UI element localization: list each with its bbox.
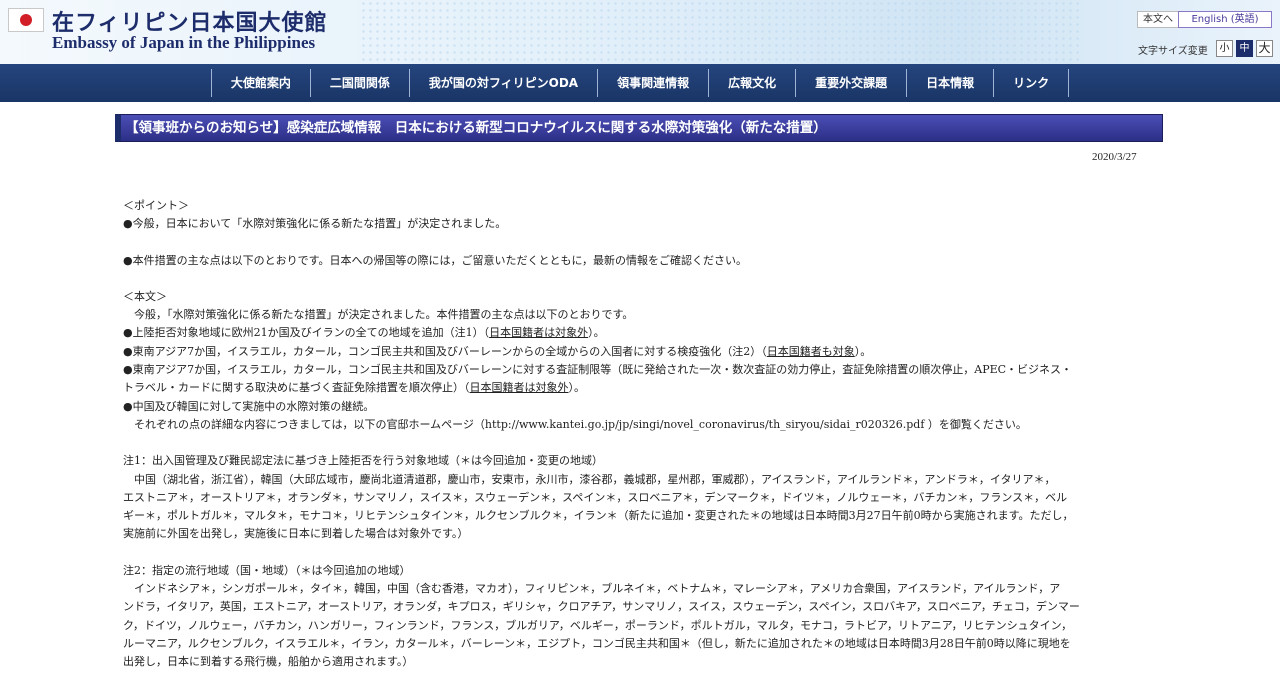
note-2-line-2: ンドラ，イタリア，英国，エストニア，オーストリア，オランダ，キプロス，ギリシャ，… (123, 600, 1080, 614)
bullet-3-note-link[interactable]: 日本国籍者は対象外 (470, 381, 569, 394)
bullet-3-line-2: トラベル・カードに関する取決めに基づく査証免除措置を順次停止）（日本国籍者は対象… (123, 381, 585, 395)
details-paragraph: それぞれの点の詳細な内容につきましては，以下の官邸ホームページ（http://w… (123, 417, 1027, 431)
point-1: ●今般，日本において「水際対策強化に係る新たな措置」が決定されました。 (123, 217, 507, 231)
note-1-line-4: 実施前に外国を出発し，実施後に日本に到着した場合は対象外です。） (123, 527, 469, 541)
nav-item-oda[interactable]: 我が国の対フィリピンODA (408, 69, 597, 97)
nav-item-embassy-info[interactable]: 大使館案内 (210, 69, 310, 97)
note-2-line-1: インドネシア＊，シンガポール＊，タイ＊，韓国，中国（含む香港，マカオ），フィリピ… (123, 582, 1061, 596)
bullet-4: ●中国及び韓国に対して実施中の水際対策の継続。 (123, 399, 375, 413)
font-size-label: 文字サイズ変更 (1138, 46, 1208, 57)
note-1-heading: 注1：出入国管理及び難民認定法に基づき上陸拒否を行う対象地域（＊は今回追加・変更… (123, 454, 603, 468)
note-1-line-3: ギー＊，ポルトガル＊，マルタ＊，モナコ＊，リヒテンシュタイン＊，ルクセンブルク＊… (123, 509, 1074, 523)
main-nav: 大使館案内 二国間関係 我が国の対フィリピンODA 領事関連情報 広報文化 重要… (0, 64, 1280, 102)
note-1-line-2: エストニア＊，オーストリア＊，オランダ＊，サンマリノ，スイス＊，スウェーデン＊，… (123, 490, 1068, 504)
nav-item-japan-info[interactable]: 日本情報 (906, 69, 993, 97)
nav-item-links[interactable]: リンク (993, 69, 1070, 97)
site-title-en[interactable]: Embassy of Japan in the Philippines (52, 33, 315, 53)
note-2-line-4: ルーマニア，ルクセンブルク，イスラエル＊，イラン，カタール＊，バーレーン＊，エジ… (123, 636, 1071, 650)
note-2-heading: 注2：指定の流行地域（国・地域）（＊は今回追加の地域） (123, 563, 411, 577)
bullet-1: ●上陸拒否対象地域に欧州21か国及びイランの全ての地域を追加（注1）（日本国籍者… (123, 326, 605, 340)
site-header: 在フィリピン日本国大使館 Embassy of Japan in the Phi… (0, 0, 1280, 64)
page-title: 【領事班からのお知らせ】感染症広域情報 日本における新型コロナウイルスに関する水… (115, 114, 1163, 142)
nav-item-diplomacy[interactable]: 重要外交課題 (795, 69, 906, 97)
note-2-line-5: 出発し，日本に到着する飛行機，船舶から適用されます。） (123, 655, 414, 669)
font-size-small-button[interactable]: 小 (1216, 40, 1233, 57)
body-intro: 今般，「水際対策強化に係る新たな措置」が決定されました。本件措置の主な点は以下の… (123, 308, 634, 322)
nav-item-culture[interactable]: 広報文化 (708, 69, 795, 97)
font-size-large-button[interactable]: 大 (1256, 40, 1273, 57)
english-language-button[interactable]: English (英語) (1178, 11, 1272, 28)
note-2-line-3: ク，ドイツ，ノルウェー，バチカン，ハンガリー，フィンランド，フランス，ブルガリア… (123, 618, 1073, 632)
skip-to-content-button[interactable]: 本文へ (1137, 11, 1179, 28)
bullet-2: ●東南アジア7か国，イスラエル，カタール，コンゴ民主共和国及びバーレーンからの全… (123, 344, 872, 358)
world-map-pattern (360, 0, 1080, 64)
font-size-medium-button[interactable]: 中 (1236, 40, 1253, 57)
nav-item-consular[interactable]: 領事関連情報 (597, 69, 708, 97)
point-heading: ＜ポイント＞ (123, 199, 189, 212)
japan-flag-icon (8, 8, 44, 32)
bullet-1-note-link[interactable]: 日本国籍者は対象外 (489, 326, 588, 339)
publish-date: 2020/3/27 (1092, 151, 1137, 163)
nav-item-bilateral[interactable]: 二国間関係 (309, 69, 409, 97)
note-1-line-1: 中国（湖北省，浙江省），韓国（大邱広域市，慶尚北道清道郡，慶山市，安東市，永川市… (123, 472, 1056, 486)
article-body: ＜ポイント＞ ●今般，日本において「水際対策強化に係る新たな措置」が決定されまし… (123, 197, 1153, 672)
body-heading: ＜本文＞ (123, 289, 167, 303)
bullet-2-note-link[interactable]: 日本国籍者も対象 (767, 345, 855, 358)
bullet-3-line-1: ●東南アジア7か国，イスラエル，カタール，コンゴ民主共和国及びバーレーンに対する… (123, 363, 1073, 377)
point-2: ●本件措置の主な点は以下のとおりです。日本への帰国等の際には，ご留意いただくとと… (123, 253, 747, 267)
